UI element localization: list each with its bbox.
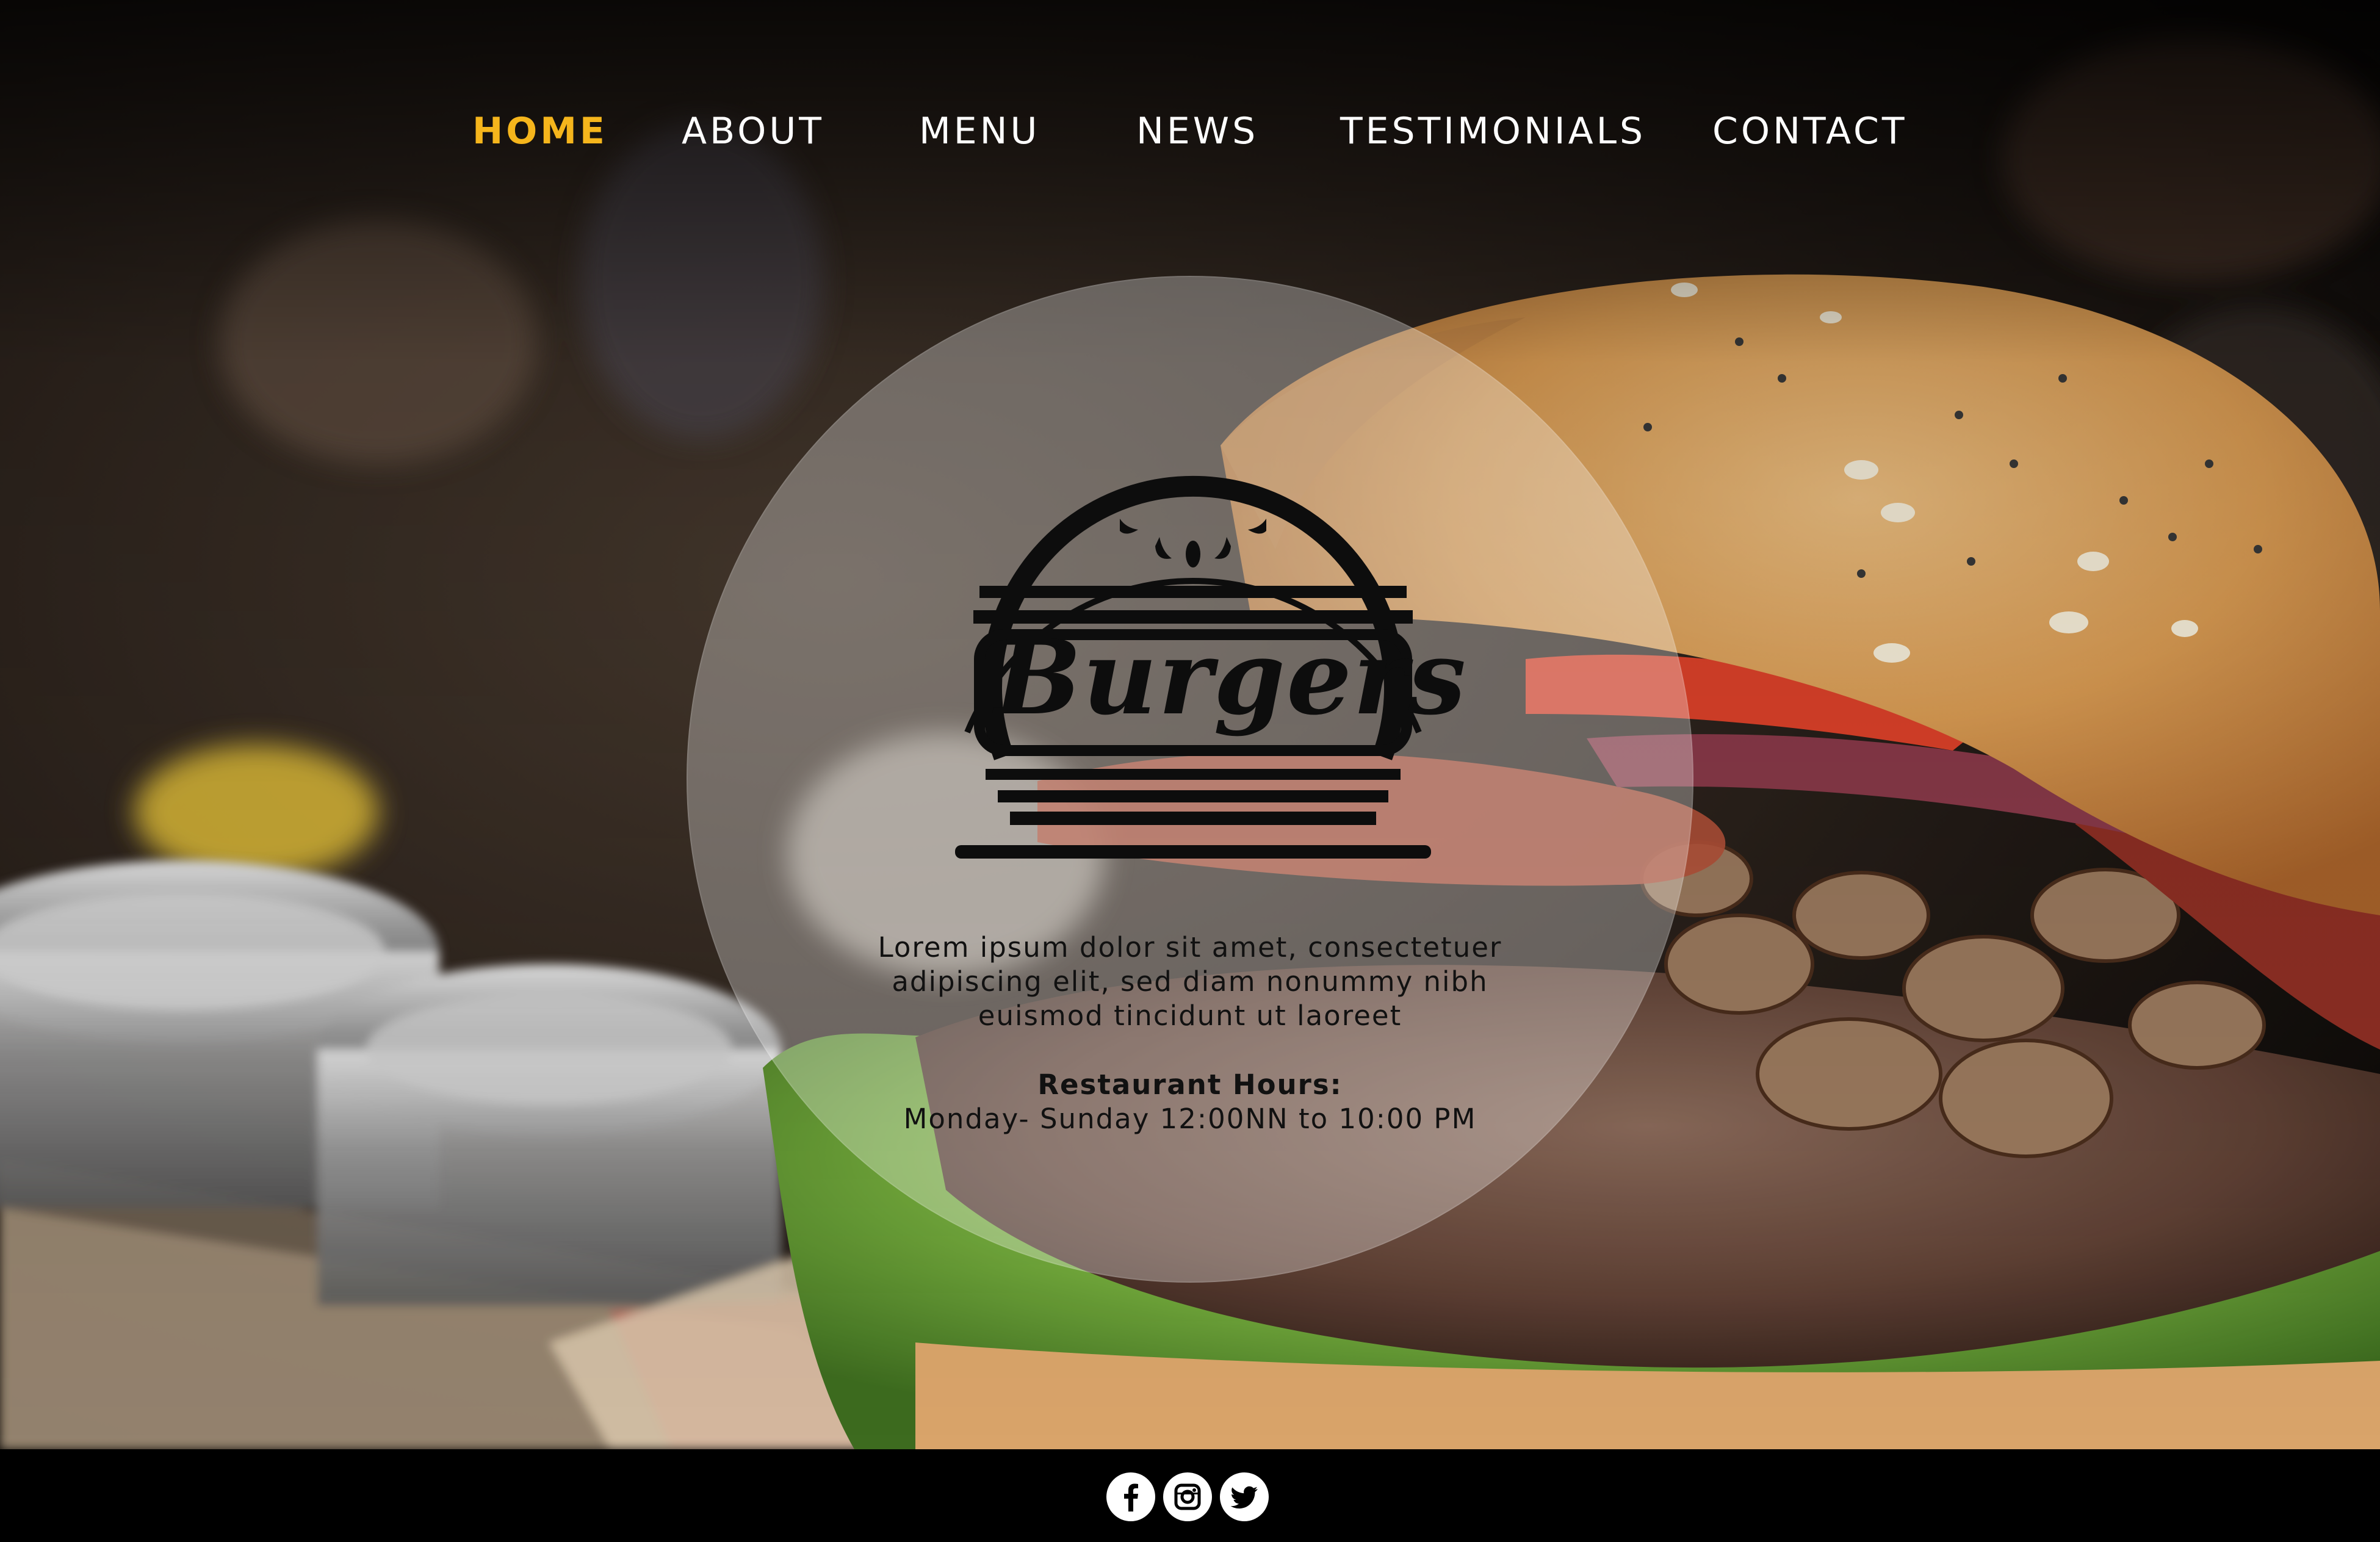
instagram-link[interactable] bbox=[1163, 1472, 1212, 1521]
intro-line: euismod tincidunt ut laoreet bbox=[978, 1000, 1402, 1032]
twitter-link[interactable] bbox=[1220, 1472, 1269, 1521]
twitter-icon bbox=[1230, 1486, 1258, 1509]
nav-item-testimonials[interactable]: TESTIMONIALS bbox=[1340, 98, 1646, 165]
nav-item-contact[interactable]: CONTACT bbox=[1712, 98, 1908, 165]
landing-page: HOME ABOUT MENU NEWS TESTIMONIALS CONTAC… bbox=[0, 0, 2380, 1542]
nav-item-about[interactable]: ABOUT bbox=[682, 98, 824, 165]
main-nav: HOME ABOUT MENU NEWS TESTIMONIALS CONTAC… bbox=[0, 98, 2380, 165]
intro-line: adipiscing elit, sed diam nonummy nibh bbox=[892, 965, 1488, 998]
footer bbox=[0, 1449, 2380, 1542]
facebook-link[interactable] bbox=[1106, 1472, 1155, 1521]
facebook-icon bbox=[1124, 1483, 1138, 1511]
intro-line: Lorem ipsum dolor sit amet, consectetuer bbox=[878, 931, 1502, 964]
nav-item-menu[interactable]: MENU bbox=[919, 98, 1040, 165]
logo-wordmark: Burgers bbox=[995, 617, 1468, 738]
hours-text: Monday- Sunday 12:00NN to 10:00 PM bbox=[903, 1103, 1477, 1135]
hours-heading: Restaurant Hours: bbox=[1037, 1068, 1343, 1101]
nav-item-home[interactable]: HOME bbox=[472, 98, 608, 165]
instagram-icon bbox=[1174, 1483, 1201, 1510]
nav-item-news[interactable]: NEWS bbox=[1136, 98, 1258, 165]
intro-text: Lorem ipsum dolor sit amet, consectetuer… bbox=[793, 931, 1587, 1033]
